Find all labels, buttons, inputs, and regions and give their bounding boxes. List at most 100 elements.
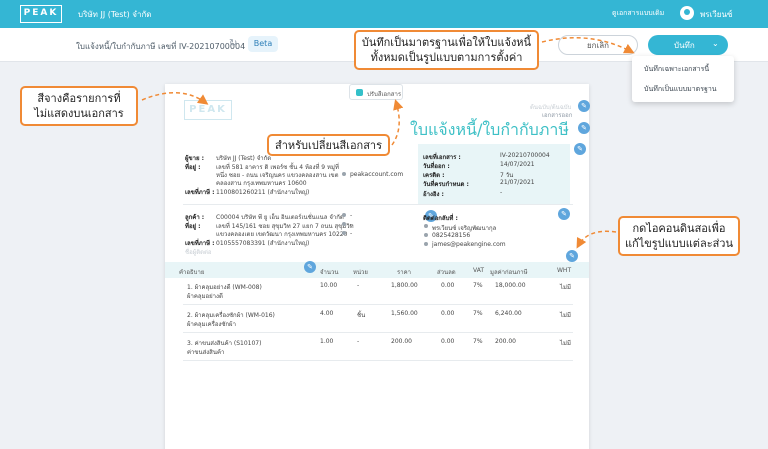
item-price: 1,800.00: [391, 282, 418, 289]
refresh-icon[interactable]: ↻: [229, 38, 237, 49]
pencil-icon-header-right[interactable]: ✎: [578, 100, 590, 112]
row-divider: [183, 360, 573, 361]
item-description: ผ้าคลุมเครื่องซักผ้า: [187, 321, 236, 328]
item-unit: -: [357, 338, 360, 345]
callout-pencil-edit: กดไอคอนดินสอเพื่อ แก้ไขรูปแบบแต่ละส่วน: [618, 216, 740, 256]
pencil-icon-table[interactable]: ✎: [566, 250, 578, 262]
pencil-icon-contact[interactable]: ✎: [558, 208, 570, 220]
page-title: ใบแจ้งหนี้/ใบกำกับภาษี เลขที่ IV-2021070…: [76, 42, 246, 51]
chevron-down-icon: ⌄: [712, 39, 719, 48]
item-vat: 7%: [473, 282, 483, 289]
info-due: 21/07/2021: [500, 179, 535, 186]
email-icon: [424, 242, 428, 246]
callout-grey-items: สีจางคือรายการที่ ไม่แสดงบนเอกสาร: [20, 86, 138, 126]
callout-save-standard-line2: ทั้งหมดเป็นรูปแบบตามการตั้งค่า: [370, 51, 523, 64]
color-picker-label: ปรับสีเอกสาร: [367, 91, 402, 98]
pencil-icon-description[interactable]: ✎: [304, 261, 316, 273]
item-wht: ไม่มี: [560, 340, 571, 347]
col-discount: ส่วนลด: [437, 269, 456, 276]
col-description: คำอธิบาย: [179, 269, 205, 276]
user-avatar-icon[interactable]: [680, 6, 694, 20]
callout-grey-items-line1: สีจางคือรายการที่: [37, 92, 121, 105]
info-ref: -: [500, 189, 503, 196]
fax-icon: [342, 222, 346, 226]
item-amount: 6,240.00: [495, 310, 522, 317]
peak-logo[interactable]: PEAK: [20, 5, 62, 23]
menu-item-save-as-standard[interactable]: บันทึกเป็นแบบมาตรฐาน: [644, 84, 717, 95]
screen: PEAK บริษัท JJ (Test) จำกัด ดูเอกสารแบบเ…: [0, 0, 768, 449]
contact-phone: 0825428156: [432, 232, 471, 239]
item-vat: 7%: [473, 338, 483, 345]
save-dropdown-menu: บันทึกเฉพาะเอกสารนี้ บันทึกเป็นแบบมาตรฐา…: [632, 56, 734, 102]
customer-tax-id: 0105557083391 (สำนักงานใหญ่): [216, 240, 310, 247]
seller-tax-id: 1100801260211 (สำนักงานใหญ่): [216, 189, 310, 196]
col-price: ราคา: [397, 269, 411, 276]
item-description: ค่าขนส่งสินค้า: [187, 349, 225, 356]
items-table-header: คำอธิบาย จำนวน หน่วย ราคา ส่วนลด VAT มูล…: [165, 262, 589, 278]
item-qty: 4.00: [320, 310, 334, 317]
row-divider: [183, 304, 573, 305]
col-wht: WHT: [557, 267, 572, 274]
item-amount: 18,000.00: [495, 282, 526, 289]
menu-item-save-this-doc[interactable]: บันทึกเฉพาะเอกสารนี้: [644, 64, 709, 75]
top-bar: PEAK บริษัท JJ (Test) จำกัด ดูเอกสารแบบเ…: [0, 0, 768, 28]
callout-change-color: สำหรับเปลี่ยนสีเอกสาร: [267, 134, 390, 156]
contact-email: james@peakengine.com: [432, 241, 506, 248]
save-button[interactable]: บันทึก ⌄: [648, 35, 728, 55]
seller-address-label: ที่อยู่ :: [185, 164, 201, 171]
item-price: 1,560.00: [391, 310, 418, 317]
color-picker-button[interactable]: ปรับสีเอกสาร: [349, 84, 403, 100]
item-qty: 10.00: [320, 282, 338, 289]
item-disc: 0.00: [441, 338, 455, 345]
item-disc: 0.00: [441, 282, 455, 289]
beta-badge: Beta: [248, 36, 278, 52]
customer-phone: -: [350, 212, 353, 219]
item-wht: ไม่มี: [560, 312, 571, 319]
col-quantity: จำนวน: [320, 269, 339, 276]
item-description: ผ้าคลุมอย่างดี: [187, 293, 223, 300]
pencil-icon-info[interactable]: ✎: [574, 143, 586, 155]
row-divider: [183, 332, 573, 333]
callout-pencil-edit-line2: แก้ไขรูปแบบแต่ละส่วน: [624, 237, 734, 250]
seller-email: peakaccount.com: [350, 171, 404, 178]
seller-tax-label: เลขที่ภาษี :: [185, 189, 215, 196]
info-no: IV-20210700004: [500, 152, 550, 159]
section-divider: [183, 204, 573, 205]
user-name[interactable]: พรเวียนซ์: [700, 8, 732, 21]
company-name[interactable]: บริษัท JJ (Test) จำกัด: [78, 8, 151, 21]
info-due-label: วันที่ครบกำหนด :: [423, 181, 469, 188]
color-swatch: [356, 89, 363, 96]
view-old-doc-link[interactable]: ดูเอกสารแบบเดิม: [612, 8, 664, 19]
item-disc: 0.00: [441, 310, 455, 317]
item-unit: -: [357, 282, 360, 289]
customer-address-label: ที่อยู่ :: [185, 223, 201, 230]
callout-grey-items-line2: ไม่แสดงบนเอกสาร: [34, 107, 124, 120]
item-wht: ไม่มี: [560, 284, 571, 291]
col-amount: มูลค่าก่อนภาษี: [490, 269, 528, 276]
item-vat: 7%: [473, 310, 483, 317]
item-amount: 200.00: [495, 338, 516, 345]
item-qty: 1.00: [320, 338, 334, 345]
callout-save-standard: บันทึกเป็นมาตรฐานเพื่อให้ใบแจ้งหนี้ ทั้ง…: [354, 30, 539, 70]
callout-save-standard-line1: บันทึกเป็นมาตรฐานเพื่อให้ใบแจ้งหนี้: [361, 36, 532, 49]
pencil-icon-title[interactable]: ✎: [578, 122, 590, 134]
info-date: 14/07/2021: [500, 161, 535, 168]
phone-icon: [342, 213, 346, 217]
item-unit: ชิ้น: [357, 312, 366, 319]
info-ref-label: อ้างอิง :: [423, 191, 444, 198]
customer-contact-label: ชื่อผู้ติดต่อ: [185, 249, 212, 256]
document-logo[interactable]: PEAK: [184, 100, 232, 120]
save-button-label: บันทึก: [674, 40, 695, 50]
customer-email: -: [350, 230, 353, 237]
document-title: ใบแจ้งหนี้/ใบกำกับภาษี: [410, 120, 569, 139]
cancel-button[interactable]: ยกเลิก: [558, 35, 638, 55]
col-vat: VAT: [473, 267, 485, 274]
callout-pencil-edit-line1: กดไอคอนดินสอเพื่อ: [632, 222, 726, 235]
col-unit: หน่วย: [353, 269, 368, 276]
person-icon: [424, 224, 428, 228]
email-icon: [342, 172, 346, 176]
email-icon: [342, 231, 346, 235]
contact-label: ติดต่อกลับที่ :: [423, 215, 458, 222]
item-price: 200.00: [391, 338, 412, 345]
phone-icon: [424, 233, 428, 237]
